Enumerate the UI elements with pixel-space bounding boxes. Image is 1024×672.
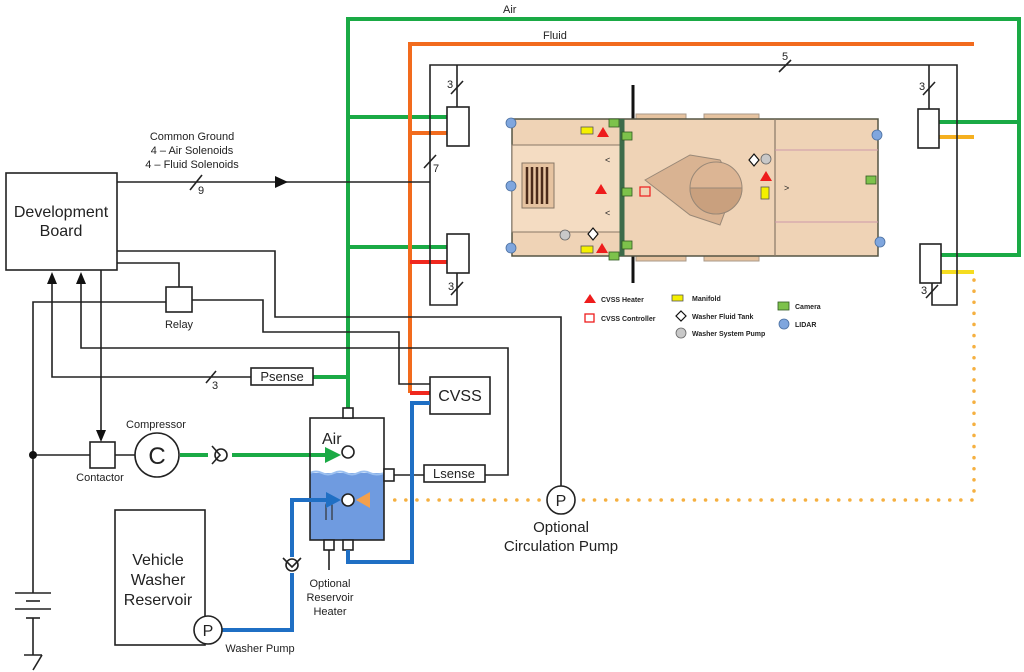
legend-cvss-heater: CVSS Heater — [601, 297, 644, 304]
relay-label: Relay — [165, 319, 194, 331]
relay — [165, 286, 193, 313]
reservoir-label-1: Vehicle — [132, 552, 184, 569]
solenoid-rear-right — [919, 243, 942, 284]
svg-text:<: < — [605, 208, 610, 218]
legend-cvss-heater-icon — [584, 294, 596, 303]
wire-count-psense: 3 — [212, 380, 218, 392]
wire-count-top: 5 — [782, 51, 788, 63]
bus-arrow — [275, 176, 288, 188]
bus-label-line3: 4 – Fluid Solenoids — [145, 159, 239, 171]
vehicle-top-view: < < > — [511, 85, 879, 283]
air-line-label: Air — [503, 4, 517, 16]
legend-camera: Camera — [795, 304, 821, 311]
legend-lidar-icon — [778, 318, 790, 330]
legend-lidar: LIDAR — [795, 322, 816, 329]
board-label-1: Development — [14, 204, 109, 221]
wire-count-sfl: 3 — [447, 79, 453, 91]
air-inlet-arrow — [325, 447, 341, 463]
heater-label-3: Heater — [313, 606, 346, 618]
reservoir-label-2: Washer — [131, 572, 186, 589]
wire-count-srr: 3 — [921, 285, 927, 297]
legend-cvss-controller-icon — [584, 313, 595, 323]
solenoid-rear-left — [446, 233, 470, 274]
solenoid-front-left — [446, 106, 470, 147]
control-wiring: 3 — [29, 250, 562, 593]
contactor — [89, 441, 116, 469]
fluid-line-label: Fluid — [543, 30, 567, 42]
solenoid-front-right — [917, 108, 940, 149]
board-label-2: Board — [40, 223, 83, 240]
battery-icon — [15, 592, 51, 655]
compressor-label: Compressor — [126, 419, 186, 431]
reservoir-label-3: Reservoir — [124, 592, 193, 609]
svg-text:<: < — [605, 155, 610, 165]
legend-cvss-controller: CVSS Controller — [601, 316, 656, 323]
ground-icon — [24, 654, 43, 671]
heater-label-1: Optional — [310, 578, 351, 590]
lsense-label: Lsense — [433, 466, 475, 481]
circ-pump-label-1: Optional — [533, 519, 589, 536]
washer-pump-symbol: P — [203, 623, 214, 640]
legend-camera-icon — [777, 301, 790, 311]
wire-count-sfr: 3 — [919, 81, 925, 93]
legend-manifold: Manifold — [692, 296, 721, 303]
legend-washer-fluid-tank-icon — [675, 310, 687, 322]
circ-pump-label-2: Circulation Pump — [504, 538, 618, 555]
legend-manifold-icon — [671, 294, 684, 302]
tank-air-label: Air — [322, 431, 342, 448]
check-valve-air-icon — [211, 445, 228, 465]
reservoir-tank: Air — [309, 407, 395, 570]
psense-label: Psense — [260, 369, 303, 384]
legend-washer-system-pump: Washer System Pump — [692, 331, 765, 338]
wire-count-main: 9 — [198, 185, 204, 197]
compressor-symbol: C — [148, 443, 165, 470]
circulation-pump-symbol: P — [556, 493, 567, 510]
legend-washer-system-pump-icon — [675, 327, 687, 339]
cvss-system-diagram: Air Fluid 9 7 5 3 3 3 3 Common Ground 4 … — [5, 4, 1021, 671]
legend: CVSS Heater CVSS Controller Manifold Was… — [584, 294, 821, 339]
heater-label-2: Reservoir — [306, 592, 353, 604]
svg-text:>: > — [784, 183, 789, 193]
contactor-label: Contactor — [76, 472, 124, 484]
bus-label-line2: 4 – Air Solenoids — [151, 145, 234, 157]
wire-count-srl: 3 — [448, 281, 454, 293]
legend-washer-fluid-tank: Washer Fluid Tank — [692, 314, 754, 321]
development-board: Development Board — [5, 172, 118, 271]
washer-pump-label: Washer Pump — [225, 643, 294, 655]
wire-count-left: 7 — [433, 163, 439, 175]
bus-label-line1: Common Ground — [150, 131, 234, 143]
cvss-label: CVSS — [438, 388, 482, 405]
check-valve-water-icon — [282, 557, 302, 572]
junction-dot — [29, 451, 37, 459]
